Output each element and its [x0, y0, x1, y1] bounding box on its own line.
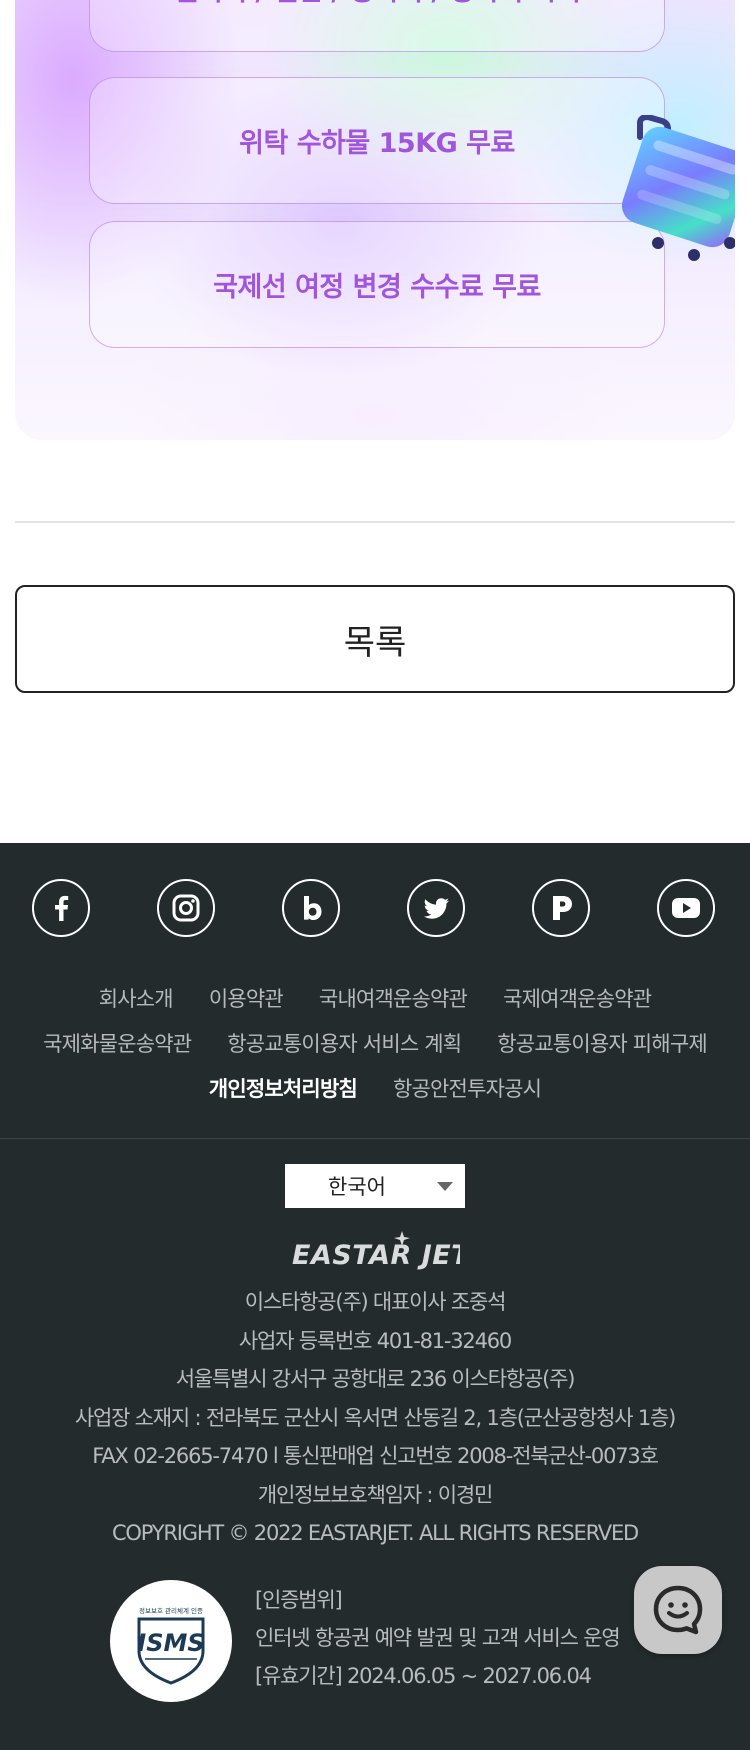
- footer-link-row: 국제화물운송약관 항공교통이용자 서비스 계획 항공교통이용자 피해구제: [0, 1020, 750, 1065]
- list-button[interactable]: 목록: [15, 585, 735, 693]
- sns-links: [0, 879, 750, 939]
- link-damage-relief[interactable]: 항공교통이용자 피해구제: [497, 1028, 707, 1058]
- list-button-label: 목록: [343, 622, 407, 663]
- chevron-down-icon: [437, 1182, 453, 1191]
- link-company-intro[interactable]: 회사소개: [99, 983, 174, 1013]
- chat-icon: [653, 1585, 703, 1635]
- company-info-line: FAX 02-2665-7470 l 통신판매업 신고번호 2008-전북군산-…: [92, 1444, 659, 1468]
- certification-line: 인터넷 항공권 예약 발권 및 고객 서비스 운영: [255, 1626, 621, 1650]
- company-info-line: 서울특별시 강서구 공항대로 236 이스타항공(주): [175, 1367, 576, 1391]
- svg-text:정보보호 관리체계 인증: 정보보호 관리체계 인증: [139, 1606, 203, 1615]
- link-privacy-policy[interactable]: 개인정보처리방침: [209, 1073, 358, 1103]
- link-international-cargo-terms[interactable]: 국제화물운송약관: [43, 1028, 192, 1058]
- benefit-item: 위탁 수하물 15KG 무료: [89, 77, 665, 204]
- instagram-icon[interactable]: [157, 879, 215, 937]
- company-info-line: 사업자 등록번호 401-81-32460: [238, 1328, 512, 1353]
- chat-button[interactable]: [634, 1566, 722, 1654]
- twitter-icon[interactable]: [407, 879, 465, 937]
- eastarjet-logo: EASTAR JET: [292, 1231, 460, 1271]
- svg-text:EASTAR JET: EASTAR JET: [292, 1240, 460, 1271]
- benefit-item: 필터피 / 일반 / 항목이 / 항목이 목적: [89, 0, 665, 52]
- link-terms-of-use[interactable]: 이용약관: [209, 983, 284, 1013]
- footer-link-row: 회사소개 이용약관 국내여객운송약관 국제여객운송약관: [0, 975, 750, 1020]
- benefit-label: 위탁 수하물 15KG 무료: [239, 128, 515, 159]
- link-domestic-passenger-terms[interactable]: 국내여객운송약관: [319, 983, 468, 1013]
- company-info-line: 이스타항공(주) 대표이사 조중석: [244, 1290, 507, 1314]
- promo-card: 필터피 / 일반 / 항목이 / 항목이 목적 위탁 수하물 15KG 무료 국…: [15, 0, 735, 440]
- company-info-line: 사업장 소재지 : 전라북도 군산시 옥서면 산동길 2, 1층(군산공항청사 …: [74, 1405, 677, 1430]
- blog-icon[interactable]: [282, 879, 340, 937]
- certification-info: [인증범위] 인터넷 항공권 예약 발권 및 고객 서비스 운영 [유효기간] …: [255, 1581, 675, 1695]
- post-icon[interactable]: [532, 879, 590, 937]
- youtube-icon[interactable]: [657, 879, 715, 937]
- copyright: COPYRIGHT © 2022 EASTARJET. ALL RIGHTS R…: [111, 1521, 639, 1545]
- benefit-label: 국제선 여정 변경 수수료 무료: [213, 272, 541, 303]
- footer-divider: [0, 1138, 750, 1139]
- isms-logo: 정보보호 관리체계 인증 ISMS: [137, 1606, 205, 1685]
- link-international-passenger-terms[interactable]: 국제여객운송약관: [503, 983, 652, 1013]
- isms-certification-badge: 정보보호 관리체계 인증 ISMS: [110, 1580, 232, 1702]
- benefit-label: 필터피 / 일반 / 항목이 / 항목이 목적: [174, 0, 581, 8]
- facebook-icon[interactable]: [32, 879, 90, 937]
- language-select-value: 한국어: [328, 1175, 386, 1199]
- link-service-plan[interactable]: 항공교통이용자 서비스 계획: [227, 1028, 462, 1058]
- link-safety-investment[interactable]: 항공안전투자공시: [393, 1073, 542, 1103]
- footer-links: 회사소개 이용약관 국내여객운송약관 국제여객운송약관 국제화물운송약관 항공교…: [0, 975, 750, 1110]
- footer-link-row: 개인정보처리방침 항공안전투자공시: [0, 1065, 750, 1110]
- svg-text:ISMS: ISMS: [137, 1629, 204, 1657]
- benefit-item: 국제선 여정 변경 수수료 무료: [89, 221, 665, 348]
- company-info-line: 개인정보보호책임자 : 이경민: [257, 1482, 493, 1507]
- company-info: 이스타항공(주) 대표이사 조중석 사업자 등록번호 401-81-32460 …: [0, 1283, 750, 1553]
- certification-line: [유효기간] 2024.06.05 ~ 2027.06.04: [255, 1664, 592, 1688]
- suitcase-icon: [621, 115, 735, 261]
- divider: [15, 521, 735, 523]
- certification-line: [인증범위]: [255, 1588, 343, 1612]
- language-select[interactable]: 한국어: [285, 1164, 465, 1208]
